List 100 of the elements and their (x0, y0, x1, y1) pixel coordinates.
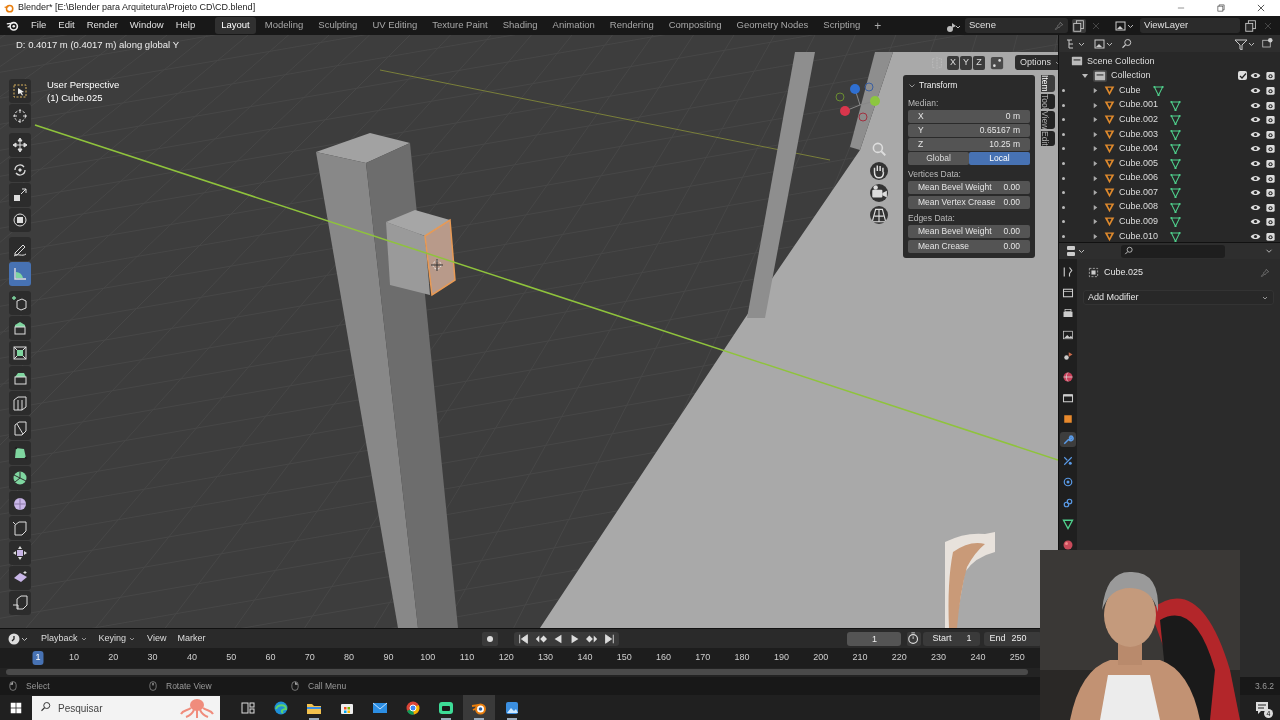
workspace-tab[interactable]: Compositing (662, 17, 728, 34)
camera-icon[interactable] (1265, 114, 1276, 126)
camera-icon[interactable] (1265, 70, 1276, 82)
tree-item[interactable]: Cube.006 (1119, 171, 1159, 185)
mesh-icon[interactable] (1170, 99, 1182, 111)
tool-button[interactable] (9, 79, 31, 103)
number-field[interactable]: End 250 (984, 631, 1043, 646)
mesh-icon[interactable] (1170, 230, 1182, 242)
mesh-icon[interactable] (1170, 157, 1182, 169)
number-field[interactable]: Mean Crease 0.00 (908, 240, 1030, 253)
tool-button[interactable] (9, 541, 31, 565)
camera-icon[interactable] (1265, 128, 1276, 140)
tool-button[interactable] (9, 316, 31, 340)
checkbox[interactable] (1238, 71, 1247, 81)
tree-item[interactable]: Cube.004 (1119, 142, 1159, 156)
number-field[interactable]: Start 1 (923, 631, 981, 646)
menu-item[interactable]: Playback (37, 631, 92, 646)
options-dropdown[interactable]: Options (1015, 55, 1058, 70)
tree-item[interactable]: Collection (1111, 69, 1151, 83)
tool-button[interactable] (9, 158, 31, 182)
camera-icon[interactable] (1265, 230, 1276, 242)
search-field[interactable] (1121, 244, 1225, 258)
jump-end-icon[interactable] (603, 632, 616, 645)
mesh-icon[interactable] (1170, 172, 1182, 184)
eye-icon[interactable] (1250, 85, 1261, 96)
current-frame-marker[interactable]: 1 (32, 651, 44, 665)
expand-right-icon[interactable] (1092, 130, 1099, 138)
tool-button[interactable] (9, 291, 31, 315)
search-field[interactable]: Pesquisar (32, 696, 220, 720)
add-workspace-button[interactable]: + (869, 16, 887, 35)
scene-field[interactable]: Scene (965, 18, 1068, 33)
mesh-icon[interactable] (1170, 143, 1182, 155)
search-icon[interactable] (1121, 37, 1133, 50)
mesh-icon[interactable] (1170, 128, 1182, 140)
toggle-button[interactable]: Local (969, 152, 1030, 165)
tool-button[interactable] (9, 491, 31, 515)
mesh-icon[interactable] (1170, 187, 1182, 199)
tree-item[interactable]: Cube.001 (1119, 98, 1159, 112)
menu-item[interactable]: Help (169, 17, 202, 34)
mesh-icon[interactable] (1170, 114, 1182, 126)
windows-logo-icon[interactable] (10, 701, 22, 714)
workspace-tab[interactable]: Animation (546, 17, 601, 34)
image-stack-icon[interactable] (1093, 37, 1115, 50)
menu-item[interactable]: Render (80, 17, 124, 34)
menu-item[interactable]: View (143, 631, 171, 646)
number-field[interactable]: Z 10.25 m (908, 138, 1030, 151)
tree-item[interactable]: Cube.003 (1119, 127, 1159, 141)
expand-right-icon[interactable] (1092, 101, 1099, 109)
sidebar-tab[interactable]: Edit (1041, 131, 1055, 147)
blender-logo-icon[interactable] (6, 19, 19, 32)
workspace-tab[interactable]: Rendering (603, 17, 660, 34)
taskbar-app[interactable] (463, 695, 495, 720)
view-layer-field[interactable]: ViewLayer (1140, 18, 1240, 33)
expand-right-icon[interactable] (1092, 116, 1099, 124)
expand-right-icon[interactable] (1092, 87, 1099, 94)
tool-button[interactable] (9, 237, 31, 261)
tree-item[interactable]: Cube.008 (1119, 200, 1159, 214)
mesh-icon[interactable] (1170, 216, 1182, 228)
workspace-tab[interactable]: Sculpting (312, 17, 364, 34)
expand-right-icon[interactable] (1092, 232, 1099, 240)
tool-button[interactable] (9, 183, 31, 207)
tool-button[interactable] (9, 341, 31, 365)
properties-tab[interactable] (1060, 432, 1076, 447)
camera-icon[interactable] (1265, 99, 1276, 111)
number-field[interactable]: X 0 m (908, 110, 1030, 123)
close-icon[interactable] (1256, 3, 1266, 13)
workspace-tab[interactable]: UV Editing (366, 17, 424, 34)
restore-icon[interactable] (1216, 3, 1226, 13)
sidebar-tab[interactable]: Item (1041, 75, 1055, 92)
camera-icon[interactable] (1265, 216, 1276, 228)
scrollbar[interactable] (6, 669, 1028, 675)
filter-icon[interactable] (1234, 37, 1256, 50)
menu-item[interactable]: Window (123, 17, 170, 34)
duplicate-icon[interactable] (1244, 18, 1258, 33)
add-modifier-dropdown[interactable]: Add Modifier (1083, 290, 1274, 305)
frame-field[interactable]: 1 (847, 631, 902, 646)
tool-button[interactable] (9, 591, 31, 615)
tree-item[interactable]: Cube.007 (1119, 185, 1159, 200)
camera-icon[interactable] (1265, 201, 1276, 213)
toggle-button[interactable]: Global (908, 152, 969, 165)
workspace-tab[interactable]: Shading (496, 17, 544, 34)
expand-right-icon[interactable] (1092, 174, 1099, 182)
panel-header[interactable]: Transform (908, 78, 1030, 93)
tree-item[interactable]: Cube.010 (1119, 229, 1159, 242)
tool-button[interactable] (9, 416, 31, 440)
workspace-tab[interactable]: Texture Paint (426, 17, 494, 34)
tree-item[interactable]: Cube.002 (1119, 112, 1159, 127)
expand-right-icon[interactable] (1092, 203, 1099, 211)
menu-item[interactable]: File (25, 17, 53, 34)
tree-item[interactable]: Cube.005 (1119, 156, 1159, 171)
camera-icon[interactable] (1265, 85, 1276, 96)
workspace-tab[interactable]: Layout (215, 17, 256, 34)
duplicate-icon[interactable] (1072, 18, 1086, 33)
tree-item[interactable]: Cube (1119, 83, 1141, 98)
tool-button[interactable] (9, 566, 31, 590)
expand-right-icon[interactable] (1092, 159, 1099, 167)
expand-right-icon[interactable] (1092, 189, 1099, 197)
expand-right-icon[interactable] (1092, 145, 1099, 153)
tool-button[interactable] (9, 441, 31, 465)
new-collection-icon[interactable] (1262, 37, 1274, 50)
